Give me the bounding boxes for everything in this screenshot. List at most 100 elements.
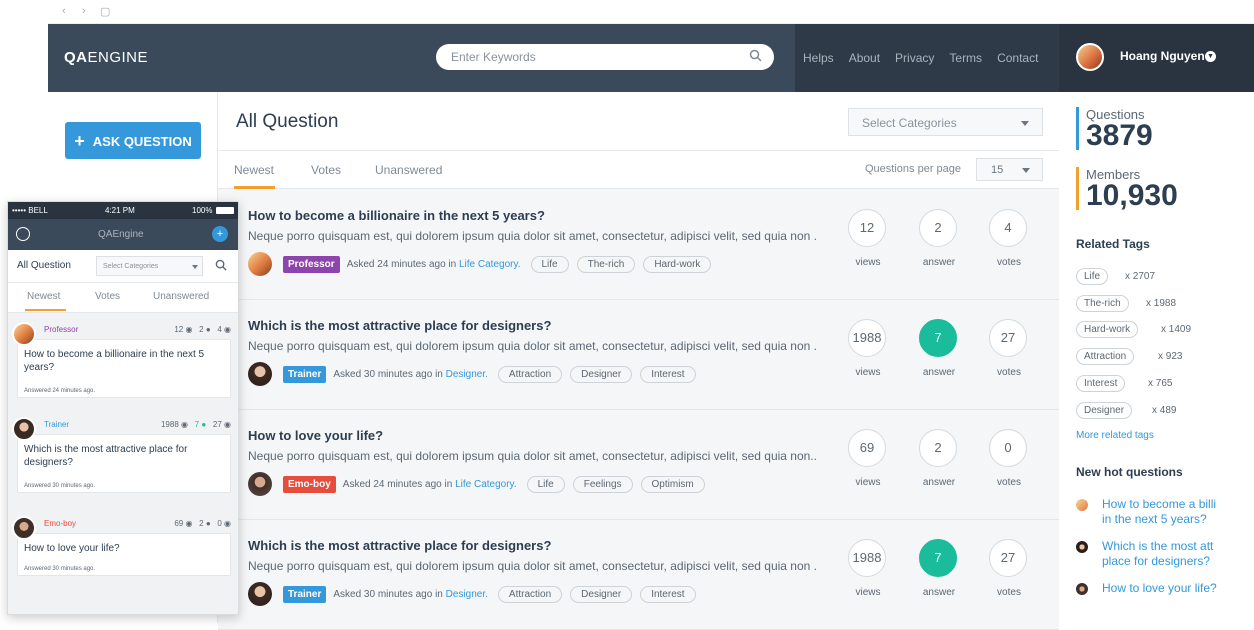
hot-question-item[interactable]: How to become a billi in the next 5 year… [1076, 497, 1217, 527]
tag-chip[interactable]: Life [530, 255, 569, 273]
caret-down-icon [192, 265, 198, 269]
question-title[interactable]: How to love your life? [24, 542, 224, 555]
tab-unanswered[interactable]: Unanswered [153, 291, 209, 302]
question-row[interactable]: Which is the most attractive place for d… [218, 300, 1059, 410]
tag-chip[interactable]: Designer [570, 365, 633, 383]
related-tag[interactable]: Life [1076, 268, 1109, 285]
tag-chip[interactable]: Interest [640, 585, 696, 603]
avatar[interactable] [248, 252, 272, 276]
eye-icon: ◉ [185, 325, 193, 334]
question-title[interactable]: How to love your life? [248, 428, 383, 443]
search-icon[interactable] [749, 49, 762, 62]
tag-chip[interactable]: Attraction [497, 365, 563, 383]
phone-filter-bar: All Question Select Categories [8, 250, 238, 283]
question-list-panel: All Question Select Categories Newest Vo… [218, 92, 1059, 630]
tab-unanswered[interactable]: Unanswered [375, 163, 442, 177]
related-tag[interactable]: The-rich [1076, 295, 1129, 312]
list-item[interactable]: Trainer 1988 ◉ 7 ● 27 ◉ Which is the mos… [12, 417, 231, 495]
question-title[interactable]: Which is the most attractive place for d… [248, 318, 551, 333]
nav-helps[interactable]: Helps [803, 51, 834, 65]
right-sidebar: Questions 3879 Members 10,930 Related Ta… [1059, 92, 1254, 623]
question-card[interactable]: How to become a billionaire in the next … [17, 339, 231, 398]
tag-chip[interactable]: Attraction [497, 585, 563, 603]
main-nav: Helps About Privacy Terms Contact [803, 51, 1053, 65]
related-tag[interactable]: Interest [1076, 375, 1126, 392]
tag-chip[interactable]: The-rich [576, 255, 636, 273]
tag-chip[interactable]: Hard-work [643, 255, 712, 273]
question-title[interactable]: How to become a billionaire in the next … [248, 208, 545, 223]
category-link[interactable]: Designer. [446, 369, 488, 380]
category-link[interactable]: Life Category. [459, 259, 521, 270]
tag-chip[interactable]: Interest [640, 365, 696, 383]
sidebar-toggle-icon[interactable]: ▢ [100, 5, 110, 18]
hot-question-link[interactable]: Which is the most att place for designer… [1102, 539, 1217, 569]
category-select[interactable]: Select Categories [848, 108, 1043, 136]
hot-question-item[interactable]: Which is the most att place for designer… [1076, 539, 1217, 569]
role-badge: Trainer [283, 365, 327, 383]
site-logo[interactable]: QAENGINE [64, 49, 148, 66]
question-card[interactable]: Which is the most attractive place for d… [17, 434, 231, 493]
avatar[interactable] [12, 516, 36, 540]
menu-icon[interactable] [16, 227, 30, 241]
search-icon[interactable] [215, 259, 227, 271]
views-stat: 69 views [848, 429, 888, 488]
user-name[interactable]: Hoang Nguyen [1120, 49, 1205, 63]
avatar[interactable] [248, 362, 272, 386]
category-link[interactable]: Designer. [446, 589, 488, 600]
battery-icon [216, 207, 234, 214]
question-row[interactable]: How to love your life? Neque porro quisq… [218, 410, 1059, 520]
ask-question-button[interactable]: + ASK QUESTION [65, 122, 201, 159]
hot-question-link[interactable]: How to love your life? [1102, 581, 1217, 596]
plus-icon: + [74, 131, 85, 151]
question-row[interactable]: Which is the most attractive place for d… [218, 520, 1059, 630]
nav-terms[interactable]: Terms [949, 51, 982, 65]
avatar[interactable] [1076, 43, 1104, 71]
tab-newest[interactable]: Newest [27, 291, 60, 302]
tab-votes[interactable]: Votes [311, 163, 341, 177]
list-item[interactable]: Emo-boy 69 ◉ 2 ● 0 ◉ How to love your li… [12, 516, 231, 578]
phone-category-select[interactable]: Select Categories [96, 256, 203, 276]
question-meta: Trainer Asked 30 minutes ago in Designer… [248, 362, 704, 386]
tab-newest[interactable]: Newest [234, 163, 274, 177]
chevron-down-icon[interactable]: ▼ [1205, 51, 1216, 62]
related-tag[interactable]: Hard-work [1076, 321, 1139, 338]
question-title[interactable]: Which is the most attractive place for d… [24, 443, 224, 469]
question-title[interactable]: Which is the most attractive place for d… [248, 538, 551, 553]
add-question-button[interactable]: + [212, 226, 228, 242]
question-title[interactable]: How to become a billionaire in the next … [24, 348, 224, 374]
role-label: Trainer [44, 420, 70, 429]
search-input[interactable]: Enter Keywords [436, 44, 774, 70]
more-related-tags-link[interactable]: More related tags [1076, 430, 1154, 441]
hot-question-link[interactable]: How to become a billi in the next 5 year… [1102, 497, 1217, 527]
tag-chip[interactable]: Designer [570, 585, 633, 603]
per-page-select[interactable]: 15 [976, 158, 1043, 181]
nav-contact[interactable]: Contact [997, 51, 1038, 65]
hot-question-item[interactable]: How to love your life? [1076, 581, 1217, 596]
back-icon[interactable]: ‹ [62, 5, 66, 17]
nav-about[interactable]: About [849, 51, 880, 65]
avatar[interactable] [248, 472, 272, 496]
user-menu[interactable]: Hoang Nguyen ▼ [1059, 24, 1254, 92]
tag-chip[interactable]: Life [526, 475, 565, 493]
phone-title: All Question [17, 260, 71, 271]
forward-icon[interactable]: › [82, 5, 86, 17]
vote-icon: ◉ [224, 325, 231, 334]
nav-privacy[interactable]: Privacy [895, 51, 934, 65]
avatar[interactable] [12, 417, 36, 441]
related-tag[interactable]: Designer [1076, 402, 1133, 419]
question-card[interactable]: How to love your life? Answered 30 minut… [17, 533, 231, 576]
active-tab-indicator [25, 309, 66, 311]
list-item[interactable]: Professor 12 ◉ 2 ● 4 ◉ How to become a b… [12, 322, 231, 400]
tag-chip[interactable]: Optimism [640, 475, 705, 493]
category-link[interactable]: Life Category. [455, 479, 517, 490]
related-tag[interactable]: Attraction [1076, 348, 1135, 365]
caret-down-icon [1021, 121, 1029, 126]
votes-stat: 4 votes [989, 209, 1029, 268]
question-row[interactable]: How to become a billionaire in the next … [218, 190, 1059, 300]
avatar [1076, 541, 1088, 553]
tab-votes[interactable]: Votes [95, 291, 120, 302]
avatar[interactable] [12, 322, 36, 346]
tag-chip[interactable]: Feelings [572, 475, 633, 493]
asked-info: Asked 24 minutes ago in Life Category. [346, 258, 521, 270]
avatar[interactable] [248, 582, 272, 606]
